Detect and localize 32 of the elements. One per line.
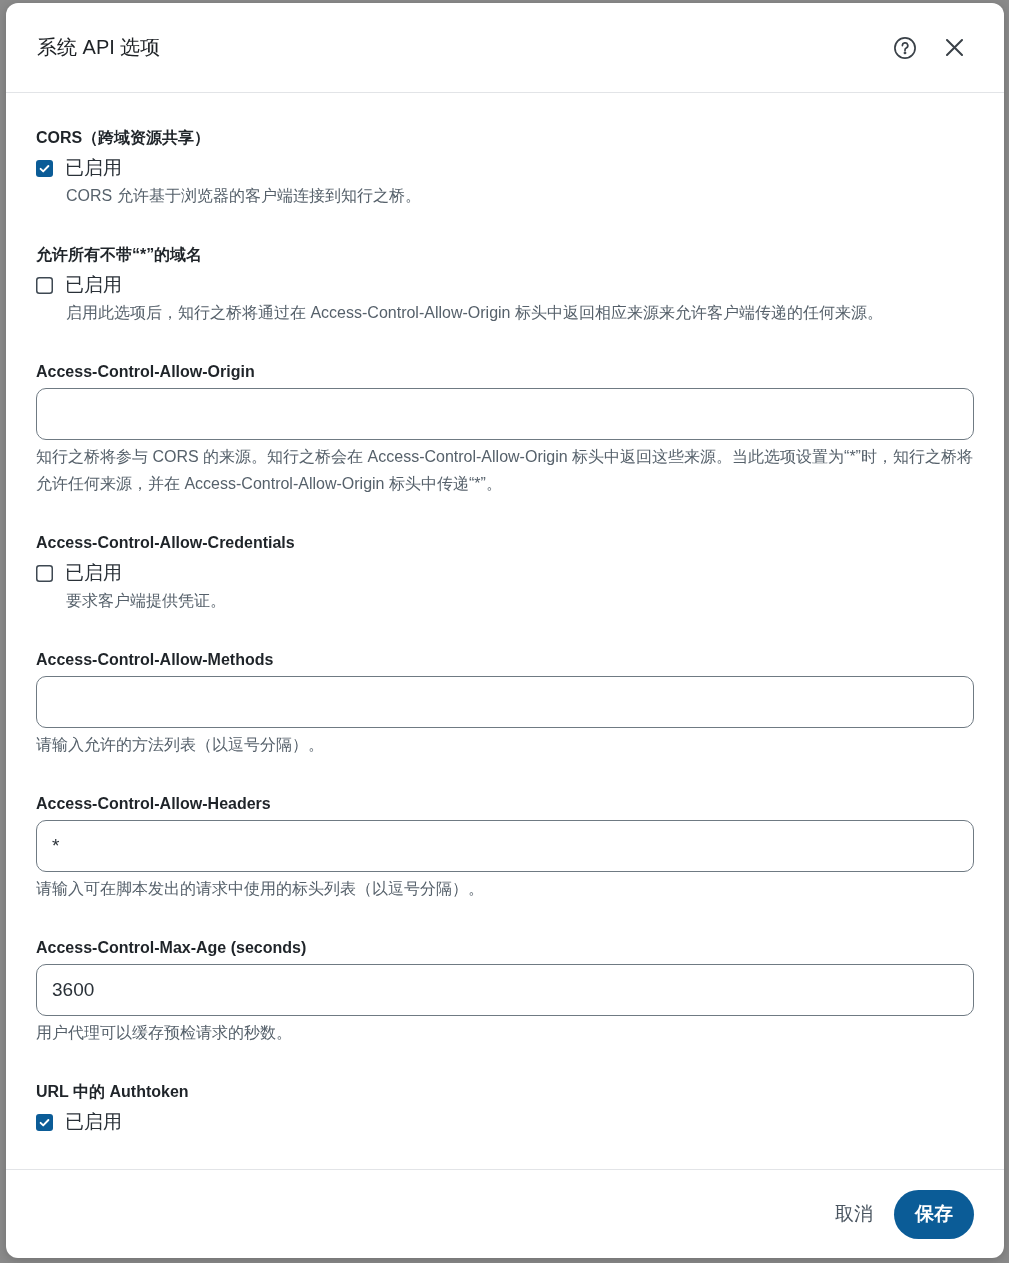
- field-hint: 知行之桥将参与 CORS 的来源。知行之桥会在 Access-Control-Allow-Origin 标头中返回这些来源。当此选项设置为“*”时，知行之桥将允许任何来源，并在 Access-Control-Allow-Origin 标头中传递“*”。: [36, 447, 974, 494]
- option-description: 要求客户端提供凭证。: [66, 591, 227, 611]
- field-label: Access-Control-Allow-Origin: [36, 362, 256, 382]
- close-icon[interactable]: [946, 39, 963, 56]
- dialog-title: 系统 API 选项: [37, 35, 162, 60]
- option-description: 启用此选项后，知行之桥将通过在 Access-Control-Allow-Origin 标头中返回相应来源来允许客户端传递的任何来源。: [66, 303, 884, 323]
- cancel-button[interactable]: 取消: [825, 1189, 883, 1239]
- checkbox-label[interactable]: 已启用: [65, 1109, 122, 1135]
- field-label: Access-Control-Allow-Headers: [36, 794, 272, 814]
- save-button[interactable]: 保存: [894, 1189, 974, 1239]
- checkbox[interactable]: [36, 159, 53, 177]
- field-hint: 请输入可在脚本发出的请求中使用的标头列表（以逗号分隔）。: [36, 879, 485, 899]
- option-label: CORS（跨域资源共享）: [36, 128, 212, 148]
- option-label: URL 中的 Authtoken: [36, 1082, 190, 1102]
- field-hint: 请输入允许的方法列表（以逗号分隔）。: [36, 735, 325, 755]
- field-label: Access-Control-Max-Age (seconds): [36, 938, 308, 958]
- checkbox[interactable]: [36, 276, 53, 294]
- option-label: Access-Control-Allow-Credentials: [36, 533, 296, 553]
- checkbox[interactable]: [36, 1113, 53, 1131]
- field-label: Access-Control-Allow-Methods: [36, 650, 275, 670]
- checkbox-label[interactable]: 已启用: [65, 272, 122, 298]
- option-label: 允许所有不带“*”的域名: [36, 245, 204, 265]
- help-icon[interactable]: [894, 36, 916, 59]
- checkbox-label[interactable]: 已启用: [65, 155, 122, 181]
- input-field[interactable]: [36, 388, 974, 440]
- input-field[interactable]: 3600: [36, 964, 974, 1016]
- input-field[interactable]: [36, 676, 974, 728]
- checkbox-label[interactable]: 已启用: [65, 560, 122, 586]
- input-field[interactable]: *: [36, 820, 974, 872]
- option-description: CORS 允许基于浏览器的客户端连接到知行之桥。: [66, 186, 422, 206]
- checkbox[interactable]: [36, 564, 53, 582]
- field-hint: 用户代理可以缓存预检请求的秒数。: [36, 1023, 293, 1043]
